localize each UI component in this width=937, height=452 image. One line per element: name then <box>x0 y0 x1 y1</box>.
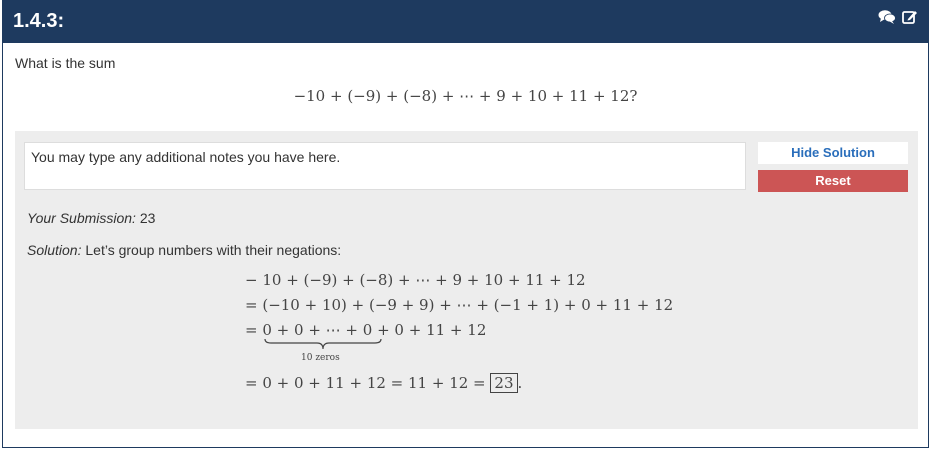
solution-panel: You may type any additional notes you ha… <box>15 131 918 429</box>
line4-end: . <box>517 374 523 392</box>
submission: Your Submission: 23 <box>27 210 155 226</box>
hide-solution-button[interactable]: Hide Solution <box>758 142 908 164</box>
solution-line-4: = 0 + 0 + 11 + 12 = 11 + 12 = 23. <box>245 373 523 393</box>
line3-prefix: = <box>245 321 258 339</box>
underbrace <box>264 338 382 350</box>
solution-intro: Solution: Let’s group numbers with their… <box>27 242 341 258</box>
exercise-header: 1.4.3: <box>3 1 928 43</box>
submission-label: Your Submission: <box>27 210 136 226</box>
solution-text: Let’s group numbers with their negations… <box>85 242 342 258</box>
line3-suffix: + 0 + 11 + 12 <box>377 321 487 339</box>
question-prompt: What is the sum <box>15 55 116 71</box>
answer-box: 23 <box>490 373 518 393</box>
reset-button[interactable]: Reset <box>758 170 908 192</box>
exercise-title: 1.4.3: <box>13 10 65 32</box>
header-icons <box>878 9 918 25</box>
line4-prefix: = 0 + 0 + 11 + 12 = 11 + 12 = <box>245 374 486 392</box>
exercise-card: 1.4.3: What is the sum −10 + (−9) + (−8)… <box>2 0 929 448</box>
submission-value: 23 <box>139 210 156 226</box>
comments-icon[interactable] <box>878 9 896 25</box>
line3-brace-content: 0 + 0 + ⋯ + 0 <box>262 321 373 339</box>
brace-label: 10 zeros <box>301 353 340 363</box>
edit-icon[interactable] <box>902 9 918 25</box>
solution-label: Solution: <box>27 242 82 258</box>
solution-line-3: = 0 + 0 + ⋯ + 0 + 0 + 11 + 12 <box>245 321 486 339</box>
solution-line-2: = (−10 + 10) + (−9 + 9) + ⋯ + (−1 + 1) +… <box>245 296 674 314</box>
question-math: −10 + (−9) + (−8) + ⋯ + 9 + 10 + 11 + 12… <box>293 87 638 105</box>
solution-line-1: − 10 + (−9) + (−8) + ⋯ + 9 + 10 + 11 + 1… <box>245 271 586 289</box>
notes-field[interactable]: You may type any additional notes you ha… <box>24 142 746 190</box>
